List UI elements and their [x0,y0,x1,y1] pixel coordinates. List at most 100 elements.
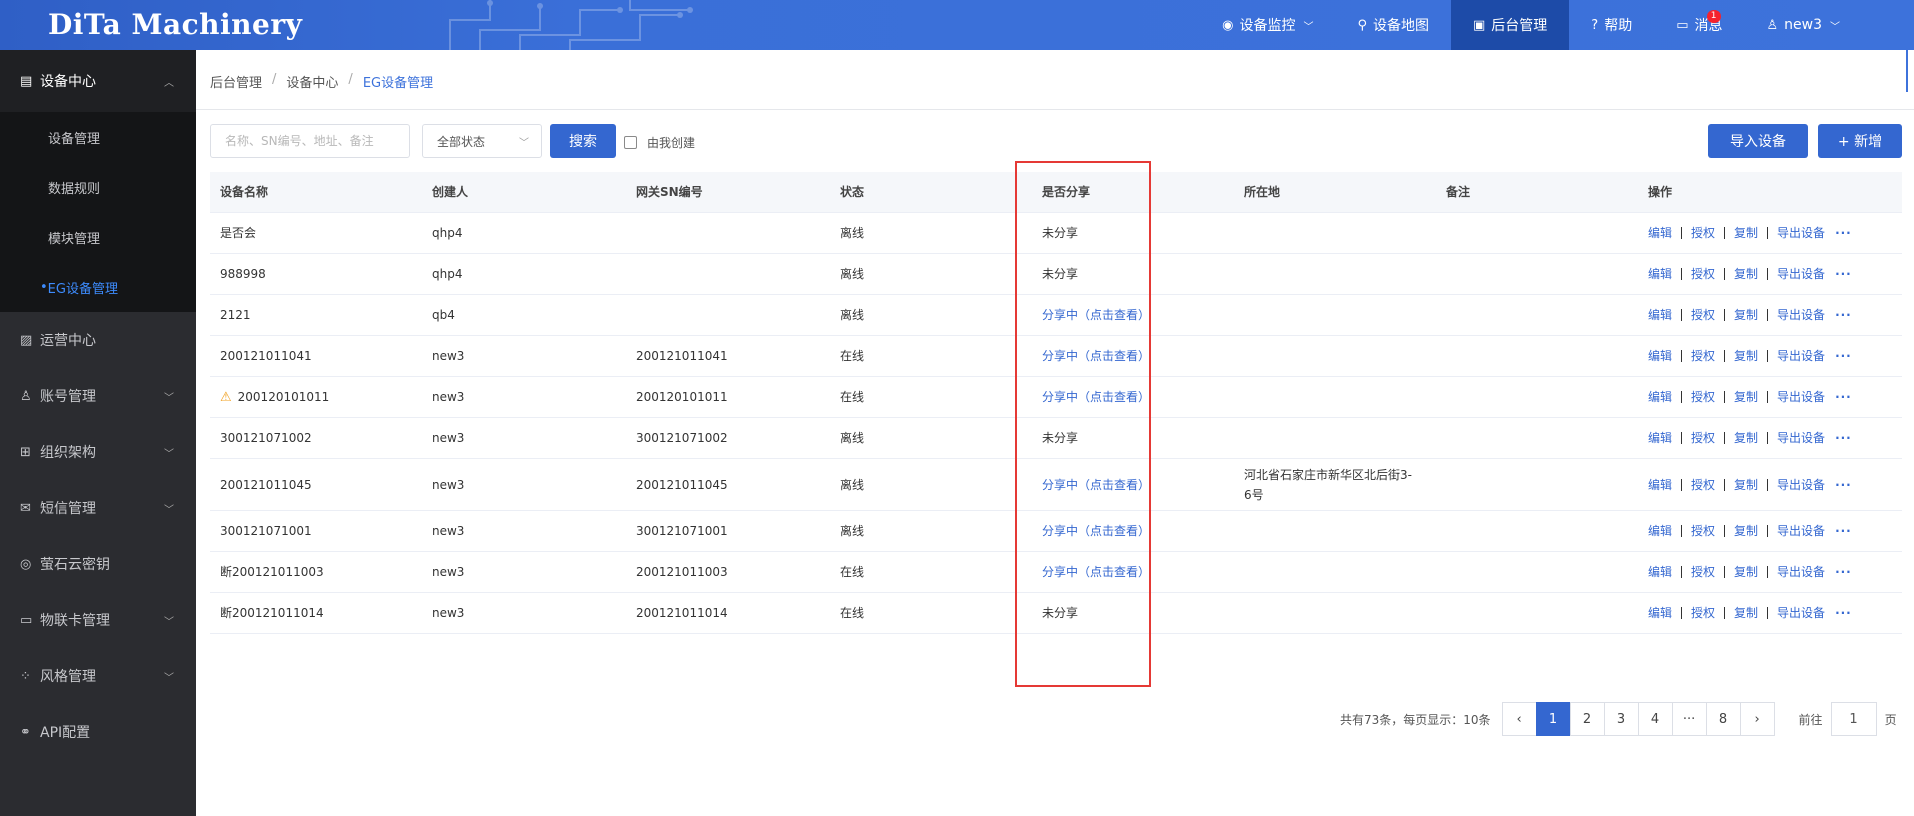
op-link-2[interactable]: 复制 [1734,521,1758,541]
op-link-0[interactable]: 编辑 [1648,475,1672,495]
top-nav: ◉ 设备监控 ﹀ ⚲ 设备地图 ▣ 后台管理? 帮助 ▭ 消息 1 ♙ new3 ﹀ [1200,0,1914,50]
op-link-3[interactable]: 导出设备 [1777,223,1825,243]
op-link-0[interactable]: 编辑 [1648,387,1672,407]
op-link-1[interactable]: 授权 [1691,387,1715,407]
nav-item-0[interactable]: ◉ 设备监控 ﹀ [1200,0,1335,50]
goto-page-input[interactable]: 1 [1830,702,1877,736]
sidebar-subitem-label: EG设备管理 [47,281,118,297]
sidebar-item[interactable]: ⚭ API配置 [0,704,196,760]
op-link-3[interactable]: 导出设备 [1777,387,1825,407]
op-link-1[interactable]: 授权 [1691,305,1715,325]
device-name-cell: 2121 [210,305,422,325]
op-link-1[interactable]: 授权 [1691,475,1715,495]
card-icon: ▭ [20,612,33,628]
add-button[interactable]: + 新增 [1818,124,1902,158]
search-button[interactable]: 搜索 [550,124,616,158]
op-link-1[interactable]: 授权 [1691,346,1715,366]
more-icon[interactable]: ··· [1835,475,1852,495]
op-link-0[interactable]: 编辑 [1648,305,1672,325]
sidebar-item[interactable]: ▭ 物联卡管理 ﹀ [0,592,196,648]
op-link-0[interactable]: 编辑 [1648,346,1672,366]
op-link-2[interactable]: 复制 [1734,428,1758,448]
sidebar: ▤ 设备中心 ︿ 设备管理 数据规则 模块管理 • EG设备管理 ▨ 运营中心 ♙ 账号管理… [0,50,196,816]
op-link-1[interactable]: 授权 [1691,562,1715,582]
sidebar-subitem[interactable]: • EG设备管理 [0,262,196,312]
op-link-2[interactable]: 复制 [1734,387,1758,407]
more-icon[interactable]: ··· [1835,223,1852,243]
more-icon[interactable]: ··· [1835,346,1852,366]
nav-item-4[interactable]: ▭ 消息 1 [1654,0,1744,50]
op-link-3[interactable]: 导出设备 [1777,521,1825,541]
page-button[interactable]: 4 [1637,702,1673,736]
status-select[interactable]: 全部状态 ﹀ [422,124,542,158]
page-button[interactable]: ··· [1671,702,1707,736]
op-link-2[interactable]: 复制 [1734,346,1758,366]
nav-item-2[interactable]: ▣ 后台管理 [1451,0,1570,50]
op-link-0[interactable]: 编辑 [1648,428,1672,448]
sidebar-item[interactable]: ◎ 萤石云密钥 [0,536,196,592]
page-button[interactable]: 2 [1569,702,1605,736]
created-by-me-checkbox[interactable]: 由我创建 [624,134,695,151]
op-link-3[interactable]: 导出设备 [1777,428,1825,448]
sidebar-item-label: 萤石云密钥 [40,557,110,573]
op-link-1[interactable]: 授权 [1691,521,1715,541]
op-link-0[interactable]: 编辑 [1648,521,1672,541]
op-link-3[interactable]: 导出设备 [1777,305,1825,325]
op-link-3[interactable]: 导出设备 [1777,603,1825,623]
page-button[interactable]: 8 [1705,702,1741,736]
more-icon[interactable]: ··· [1835,428,1852,448]
prev-page-button[interactable]: ‹ [1501,702,1537,736]
search-input[interactable] [210,124,410,158]
separator [1724,432,1726,444]
separator [1681,309,1683,321]
op-link-2[interactable]: 复制 [1734,305,1758,325]
device-name: 断200121011014 [220,606,324,620]
more-icon[interactable]: ··· [1835,264,1852,284]
chevron-down-icon: ﹀ [1303,21,1314,33]
more-icon[interactable]: ··· [1835,387,1852,407]
logo[interactable]: DiTa Machinery [48,8,302,41]
chevron-up-icon: ︿ [164,77,174,89]
sidebar-item[interactable]: ⁘ 风格管理 ﹀ [0,648,196,704]
import-device-button[interactable]: 导入设备 [1708,124,1808,158]
page-button[interactable]: 3 [1603,702,1639,736]
more-icon[interactable]: ··· [1835,305,1852,325]
sidebar-subitem[interactable]: 模块管理 [0,212,196,262]
op-link-0[interactable]: 编辑 [1648,603,1672,623]
sidebar-item[interactable]: ⊞ 组织架构 ﹀ [0,424,196,480]
op-link-2[interactable]: 复制 [1734,223,1758,243]
page-button[interactable]: 1 [1535,702,1571,736]
breadcrumb-item[interactable]: 后台管理 [210,72,262,91]
sidebar-item[interactable]: ✉ 短信管理 ﹀ [0,480,196,536]
more-icon[interactable]: ··· [1835,603,1852,623]
column-header: 网关SN编号 [636,185,703,199]
op-link-2[interactable]: 复制 [1734,475,1758,495]
sidebar-subitem[interactable]: 数据规则 [0,162,196,212]
op-link-3[interactable]: 导出设备 [1777,346,1825,366]
nav-item-1[interactable]: ⚲ 设备地图 [1335,0,1451,50]
op-link-0[interactable]: 编辑 [1648,223,1672,243]
op-link-3[interactable]: 导出设备 [1777,562,1825,582]
nav-item-3[interactable]: ? 帮助 [1569,0,1654,50]
op-link-2[interactable]: 复制 [1734,603,1758,623]
op-link-3[interactable]: 导出设备 [1777,264,1825,284]
nav-item-5[interactable]: ♙ new3 ﹀ [1745,0,1914,50]
more-icon[interactable]: ··· [1835,562,1852,582]
op-link-0[interactable]: 编辑 [1648,264,1672,284]
op-link-2[interactable]: 复制 [1734,264,1758,284]
sidebar-item[interactable]: ▨ 运营中心 [0,312,196,368]
op-link-1[interactable]: 授权 [1691,264,1715,284]
op-link-2[interactable]: 复制 [1734,562,1758,582]
breadcrumb-item[interactable]: 设备中心 [286,72,338,91]
next-page-button[interactable]: › [1739,702,1775,736]
sidebar-subitem[interactable]: 设备管理 [0,112,196,162]
sidebar-group-device-center[interactable]: ▤ 设备中心 ︿ [0,50,196,112]
op-link-1[interactable]: 授权 [1691,223,1715,243]
op-link-1[interactable]: 授权 [1691,603,1715,623]
op-link-3[interactable]: 导出设备 [1777,475,1825,495]
op-link-1[interactable]: 授权 [1691,428,1715,448]
sidebar-item[interactable]: ♙ 账号管理 ﹀ [0,368,196,424]
more-icon[interactable]: ··· [1835,521,1852,541]
op-link-0[interactable]: 编辑 [1648,562,1672,582]
checkbox-box[interactable] [624,136,637,149]
